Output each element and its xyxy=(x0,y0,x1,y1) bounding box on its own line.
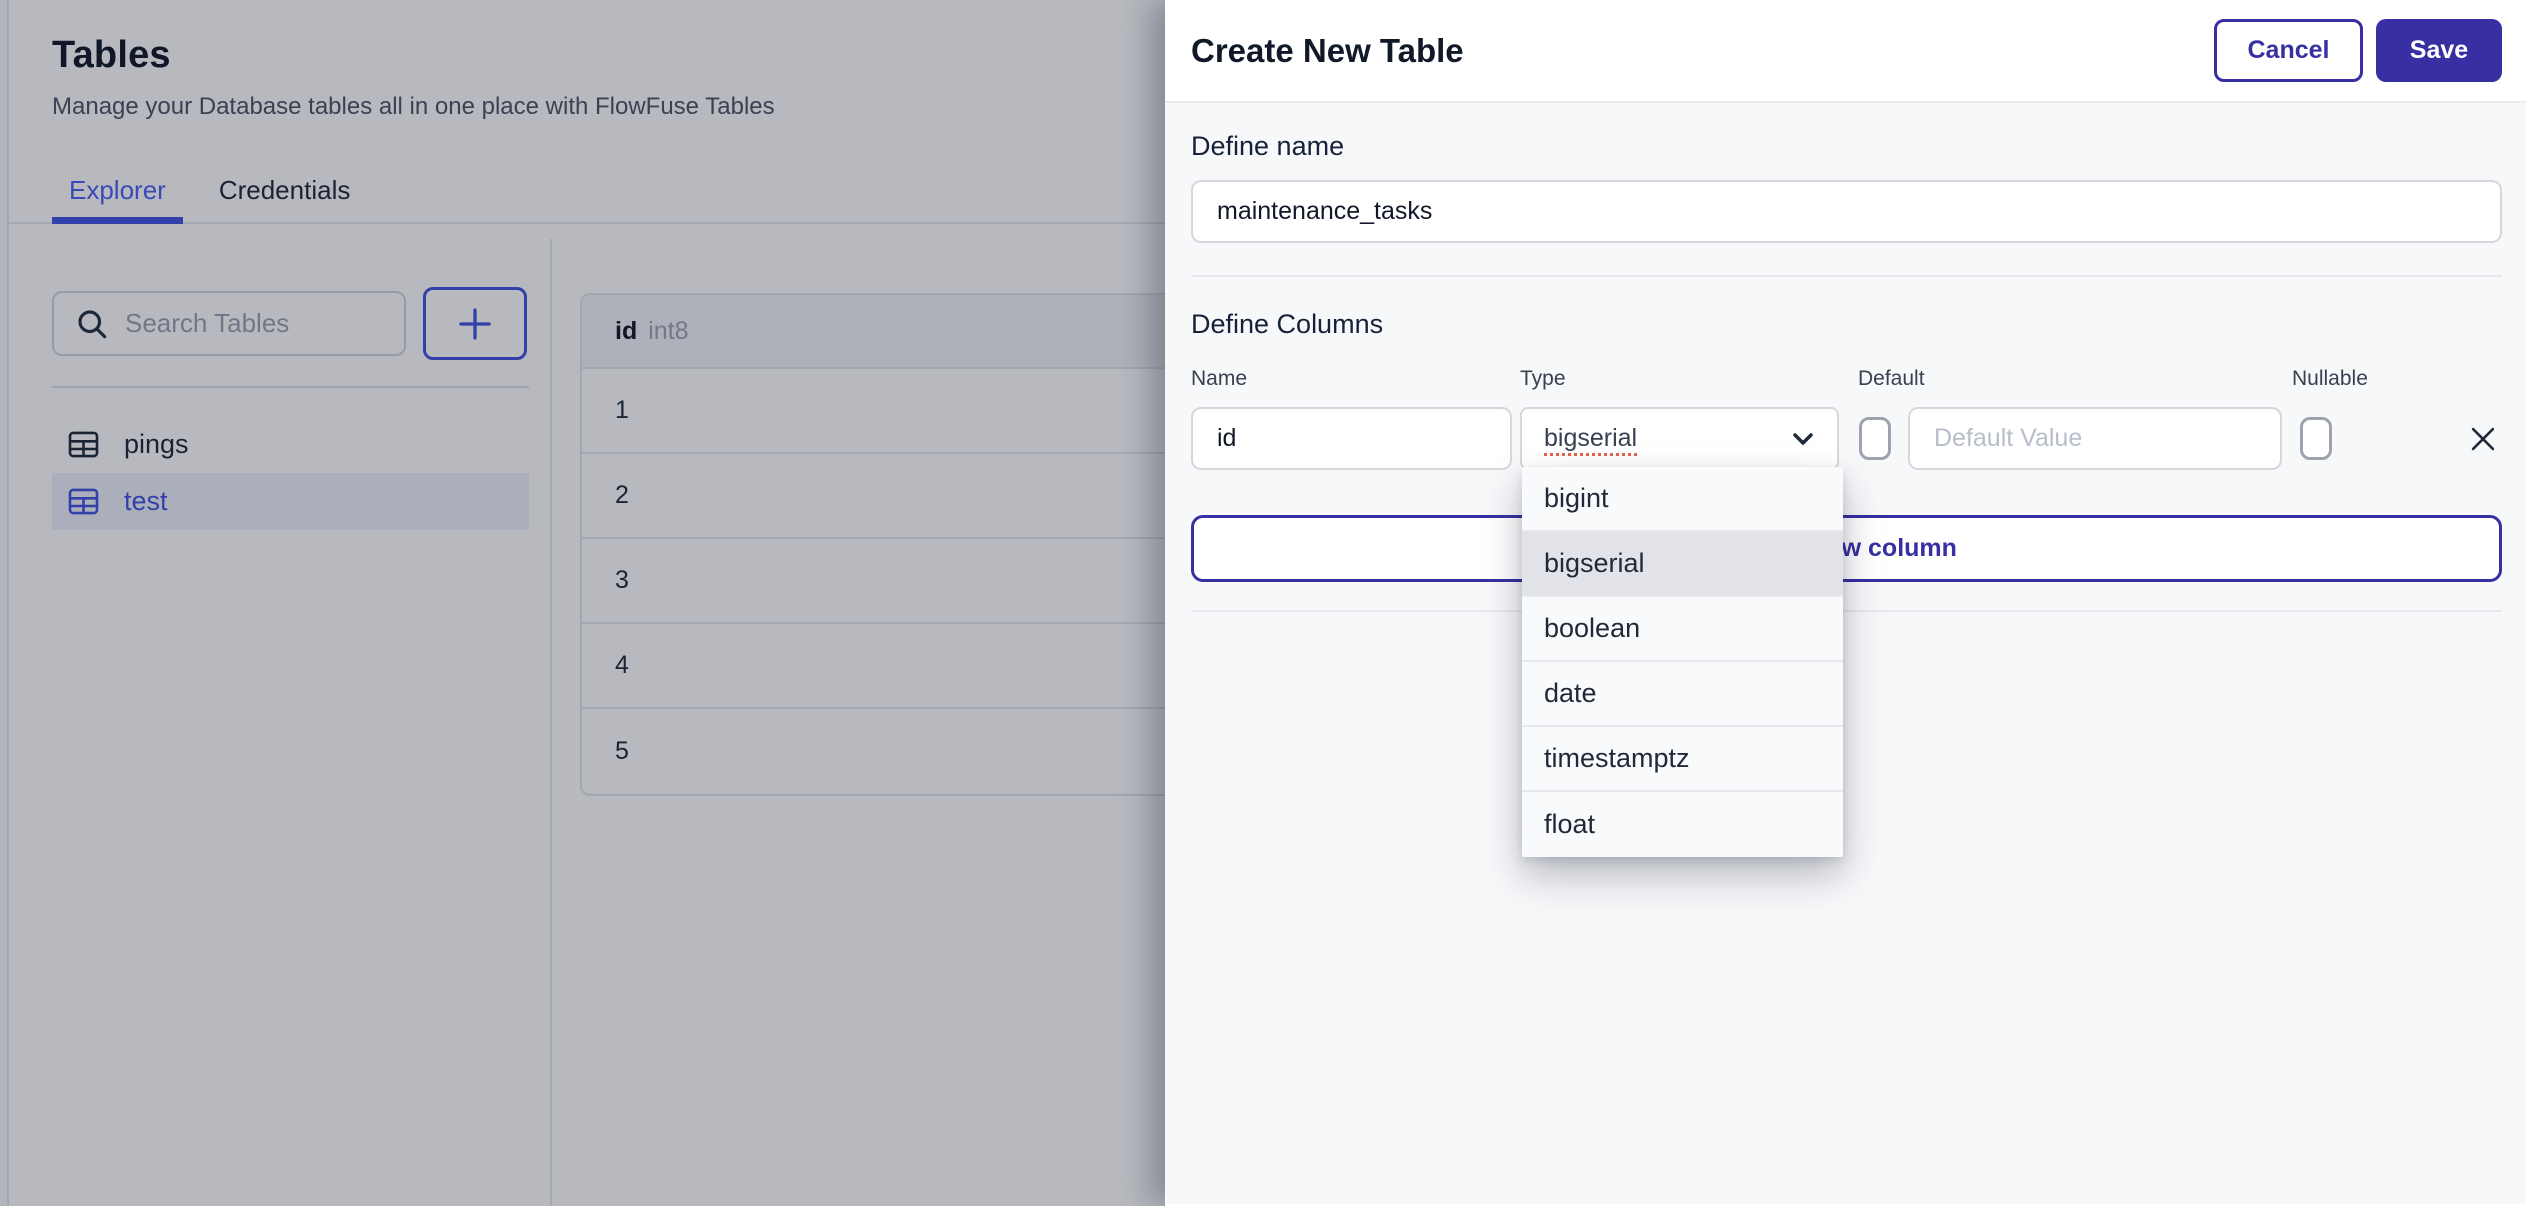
cancel-button[interactable]: Cancel xyxy=(2214,19,2363,82)
nullable-checkbox[interactable] xyxy=(2300,417,2332,460)
field-header-default: Default xyxy=(1858,367,1925,390)
column-type-select[interactable]: bigserial xyxy=(1520,407,1839,470)
column-definition-row: bigserial xyxy=(1191,407,2502,470)
table-name-input[interactable] xyxy=(1191,180,2502,243)
column-field-headers: Name Type Default Nullable xyxy=(1191,367,2502,397)
field-header-type: Type xyxy=(1520,367,1566,390)
column-name-input[interactable] xyxy=(1191,407,1512,470)
define-name-label: Define name xyxy=(1191,131,1345,161)
type-option-bigserial[interactable]: bigserial xyxy=(1522,532,1843,597)
default-value-input[interactable] xyxy=(1908,407,2282,470)
remove-column-button[interactable] xyxy=(2463,419,2503,459)
save-button[interactable]: Save xyxy=(2376,19,2502,82)
chevron-down-icon xyxy=(1787,423,1819,455)
type-option-date[interactable]: date xyxy=(1522,662,1843,727)
section-divider xyxy=(1191,610,2502,612)
type-option-boolean[interactable]: boolean xyxy=(1522,597,1843,662)
drawer-body: Define name Define Columns Name Type Def… xyxy=(1165,103,2526,1204)
field-header-name: Name xyxy=(1191,367,1248,390)
define-columns-label: Define Columns xyxy=(1191,309,1384,339)
drawer-title: Create New Table xyxy=(1191,31,1464,69)
section-divider xyxy=(1191,275,2502,277)
type-option-timestamptz[interactable]: timestamptz xyxy=(1522,727,1843,792)
close-icon xyxy=(2466,422,2500,456)
type-dropdown-menu: bigint bigserial boolean date timestampt… xyxy=(1522,467,1843,857)
add-column-button[interactable]: Add a new column xyxy=(1191,515,2502,582)
column-type-value: bigserial xyxy=(1544,424,1638,452)
type-option-float[interactable]: float xyxy=(1522,792,1843,857)
create-table-drawer: Create New Table Cancel Save Define name… xyxy=(1165,0,2526,1206)
field-header-nullable: Nullable xyxy=(2292,367,2368,390)
drawer-header: Create New Table Cancel Save xyxy=(1165,0,2526,103)
type-option-bigint[interactable]: bigint xyxy=(1522,467,1843,532)
default-checkbox[interactable] xyxy=(1859,417,1891,460)
